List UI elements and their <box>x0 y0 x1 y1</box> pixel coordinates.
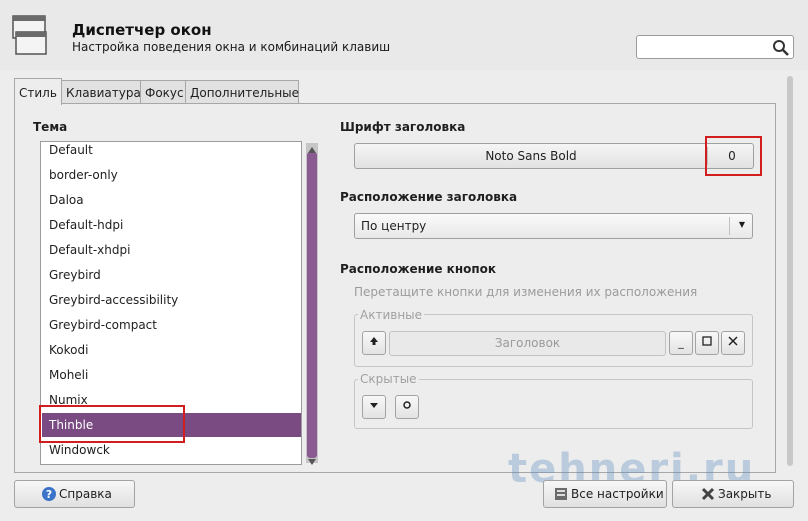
shade-button[interactable] <box>362 395 386 419</box>
close-label: Закрыть <box>718 487 772 501</box>
list-item[interactable]: Default-xhdpi <box>49 243 130 257</box>
up-arrow-icon <box>370 337 378 345</box>
theme-list-scroll-thumb[interactable] <box>307 152 317 458</box>
button-layout-hint: Перетащите кнопки для изменения их распо… <box>354 285 698 299</box>
scroll-down-icon[interactable] <box>306 455 318 465</box>
title-alignment-value: По центру <box>361 219 427 233</box>
minimize-button[interactable]: _ <box>669 331 693 355</box>
maximize-icon <box>702 336 712 346</box>
tab-advanced[interactable]: Дополнительные <box>185 80 299 104</box>
list-item[interactable]: Default-hdpi <box>49 218 123 232</box>
help-button[interactable]: ? Справка <box>14 480 135 508</box>
window-scrollbar[interactable] <box>787 76 793 466</box>
dropdown-arrow-icon: ▼ <box>738 220 745 229</box>
down-arrow-icon <box>370 403 378 408</box>
title-font-label: Шрифт заголовка <box>340 120 466 134</box>
theme-label: Тема <box>33 120 68 134</box>
scroll-up-icon[interactable] <box>306 143 318 153</box>
title-alignment-label: Расположение заголовка <box>340 190 518 204</box>
stick-button[interactable] <box>395 395 419 419</box>
close-window-button[interactable]: Закрыть <box>672 480 794 508</box>
hidden-group-label: Скрытые <box>358 372 419 386</box>
stick-icon <box>403 401 411 409</box>
svg-text:?: ? <box>46 488 52 501</box>
highlight-box <box>705 136 762 176</box>
title-font-button[interactable]: Noto Sans Bold 0 <box>354 143 754 169</box>
close-button[interactable] <box>721 331 745 355</box>
tab-keyboard[interactable]: Клавиатура <box>61 80 141 104</box>
title-alignment-select[interactable]: По центру ▼ <box>354 213 753 239</box>
window-subtitle: Настройка поведения окна и комбинаций кл… <box>72 40 391 54</box>
list-item[interactable]: Default <box>49 143 93 157</box>
list-item[interactable]: Greybird <box>49 268 101 282</box>
menu-button[interactable] <box>362 331 386 355</box>
search-icon <box>772 39 790 57</box>
font-name: Noto Sans Bold <box>485 149 577 163</box>
search-input[interactable] <box>636 35 794 59</box>
list-item[interactable]: Daloa <box>49 193 84 207</box>
list-item[interactable]: Greybird-compact <box>49 318 157 332</box>
list-item[interactable]: border-only <box>49 168 118 182</box>
list-item[interactable]: Moheli <box>49 368 88 382</box>
all-settings-label: Все настройки <box>571 487 664 501</box>
list-item[interactable]: Windowck <box>49 443 110 457</box>
help-label: Справка <box>59 487 112 501</box>
list-item[interactable]: Greybird-accessibility <box>49 293 178 307</box>
settings-icon <box>554 487 568 504</box>
tab-style[interactable]: Стиль <box>14 78 62 105</box>
help-icon: ? <box>41 486 57 505</box>
window-title: Диспетчер окон <box>72 21 212 39</box>
close-icon <box>701 487 715 504</box>
title-item[interactable]: Заголовок <box>389 331 666 356</box>
highlight-box <box>39 405 185 443</box>
list-item[interactable]: Kokodi <box>49 343 88 357</box>
tab-focus[interactable]: Фокус <box>140 80 186 104</box>
minimize-icon: _ <box>678 336 684 349</box>
button-layout-label: Расположение кнопок <box>340 262 497 276</box>
window-manager-icon <box>12 15 48 57</box>
close-icon <box>728 336 738 346</box>
maximize-button[interactable] <box>695 331 719 355</box>
active-group-label: Активные <box>358 308 425 322</box>
divider <box>729 217 730 235</box>
all-settings-button[interactable]: Все настройки <box>543 480 667 508</box>
